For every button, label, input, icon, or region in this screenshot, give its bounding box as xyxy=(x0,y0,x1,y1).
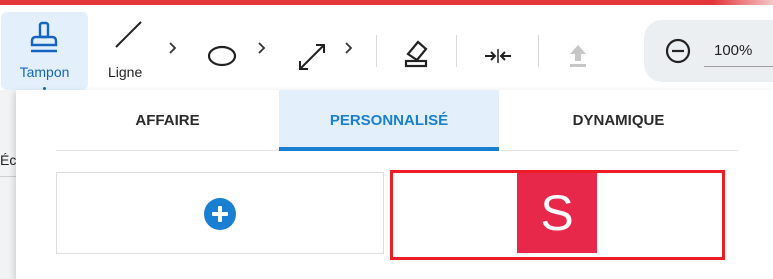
tool-stamp-label: Tampon xyxy=(19,64,70,80)
background-document-strip: Éc xyxy=(0,90,16,279)
line-icon xyxy=(115,21,142,48)
tool-eraser-button[interactable] xyxy=(396,12,436,90)
toolbar-divider xyxy=(538,35,539,67)
stamp-panel: AFFAIRE PERSONNALISÉ DYNAMIQUE S xyxy=(16,90,773,279)
tool-collapse-button[interactable] xyxy=(478,12,518,90)
tab-dynamique[interactable]: DYNAMIQUE xyxy=(499,90,738,150)
background-divider xyxy=(0,176,16,177)
zoom-underline xyxy=(704,66,773,67)
tool-ellipse-button[interactable] xyxy=(196,12,248,90)
upload-icon xyxy=(570,45,586,67)
toolbar-divider xyxy=(456,35,457,67)
background-text: Éc xyxy=(0,152,17,168)
custom-stamp-card[interactable]: S xyxy=(390,170,725,260)
stamp-icon xyxy=(30,21,58,53)
zoom-control: 100% xyxy=(644,20,773,82)
add-circle-icon[interactable] xyxy=(204,198,236,230)
stamp-letter-tile: S xyxy=(517,173,597,253)
add-stamp-card[interactable] xyxy=(56,172,384,254)
ellipse-icon xyxy=(207,45,237,67)
zoom-level-value[interactable]: 100% xyxy=(714,42,752,59)
toolbar: Tampon Ligne 100% xyxy=(0,5,773,90)
tool-upload-button[interactable] xyxy=(560,12,596,90)
collapse-arrows-icon xyxy=(485,49,511,63)
double-arrow-icon xyxy=(299,44,325,70)
stamp-tabs: AFFAIRE PERSONNALISÉ DYNAMIQUE xyxy=(56,90,738,151)
toolbar-divider xyxy=(376,35,377,67)
chevron-right-icon[interactable] xyxy=(168,41,178,55)
zoom-out-icon[interactable] xyxy=(664,37,692,65)
chevron-right-icon[interactable] xyxy=(344,41,354,55)
eraser-icon xyxy=(404,40,428,68)
chevron-right-icon[interactable] xyxy=(257,41,267,55)
tool-line-label: Ligne xyxy=(108,64,143,80)
tab-personnalise[interactable]: PERSONNALISÉ xyxy=(279,90,499,151)
tool-stamp-button[interactable]: Tampon xyxy=(1,12,88,90)
tab-affaire[interactable]: AFFAIRE xyxy=(56,90,279,150)
tool-line-button[interactable]: Ligne xyxy=(100,12,156,90)
tool-measure-button[interactable] xyxy=(290,12,334,90)
